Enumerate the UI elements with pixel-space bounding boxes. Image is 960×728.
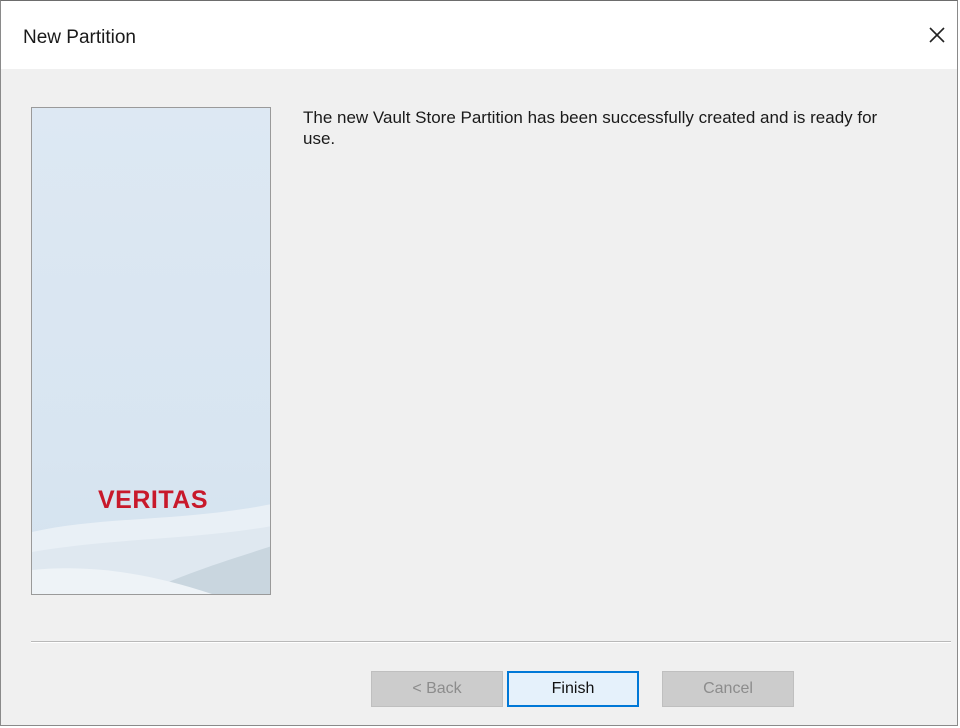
window-title: New Partition <box>23 27 136 48</box>
title-bar: New Partition <box>1 1 957 69</box>
dialog-body: VERITAS The new Vault Store Partition ha… <box>1 69 957 725</box>
completion-message: The new Vault Store Partition has been s… <box>303 108 878 148</box>
cancel-button[interactable]: Cancel <box>662 671 794 707</box>
decorative-waves <box>32 504 270 594</box>
close-button[interactable] <box>919 17 955 53</box>
close-icon <box>929 27 945 43</box>
footer-separator <box>31 641 951 643</box>
back-button[interactable]: < Back <box>371 671 503 707</box>
finish-button[interactable]: Finish <box>507 671 639 707</box>
dialog-window: New Partition VERITAS The new Vault Stor… <box>0 0 958 726</box>
wizard-side-panel: VERITAS <box>31 107 271 595</box>
